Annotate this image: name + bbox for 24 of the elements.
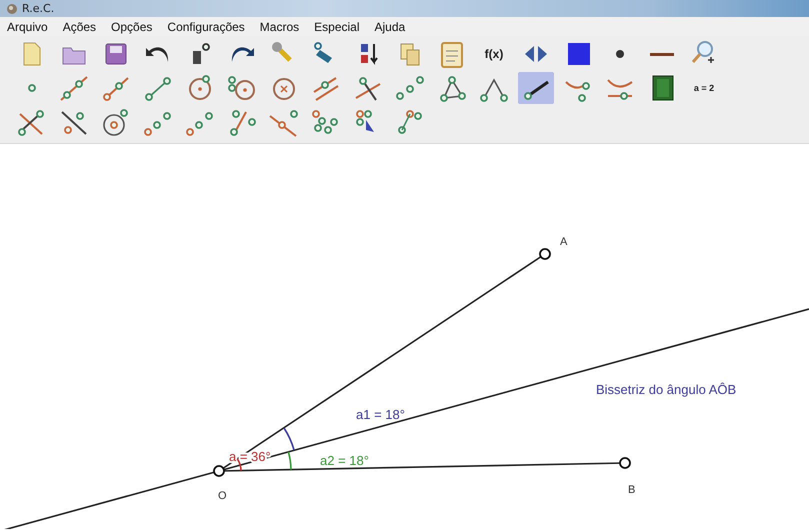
point-icon — [28, 84, 36, 92]
point — [539, 248, 551, 260]
menu-item[interactable]: Especial — [312, 20, 362, 34]
app-icon — [6, 2, 18, 14]
menu-item[interactable]: Opções — [109, 20, 154, 34]
point-label: B — [628, 484, 636, 496]
menu-item[interactable]: Ajuda — [372, 20, 408, 34]
menu-item[interactable]: Configurações — [165, 20, 247, 34]
menu-item[interactable]: Ações — [60, 20, 98, 34]
angle-label: a2 = 18° — [320, 453, 369, 468]
tool-button[interactable] — [518, 72, 554, 104]
point — [619, 457, 631, 469]
point-label: O — [218, 490, 227, 502]
menu-item[interactable]: Macros — [258, 20, 302, 34]
caption-text: Bissetriz do ângulo AÔB — [596, 382, 736, 397]
slider-button[interactable]: a = 2 — [686, 72, 722, 104]
point-label: A — [560, 236, 568, 248]
function-button[interactable]: f(x) — [476, 38, 512, 70]
angle-label: a1 = 18° — [356, 407, 405, 422]
window-title: R.e.C. — [22, 2, 54, 15]
dot-icon — [616, 50, 624, 58]
point — [213, 465, 225, 477]
menu-item[interactable]: Arquivo — [5, 20, 50, 34]
line-icon — [650, 52, 674, 56]
